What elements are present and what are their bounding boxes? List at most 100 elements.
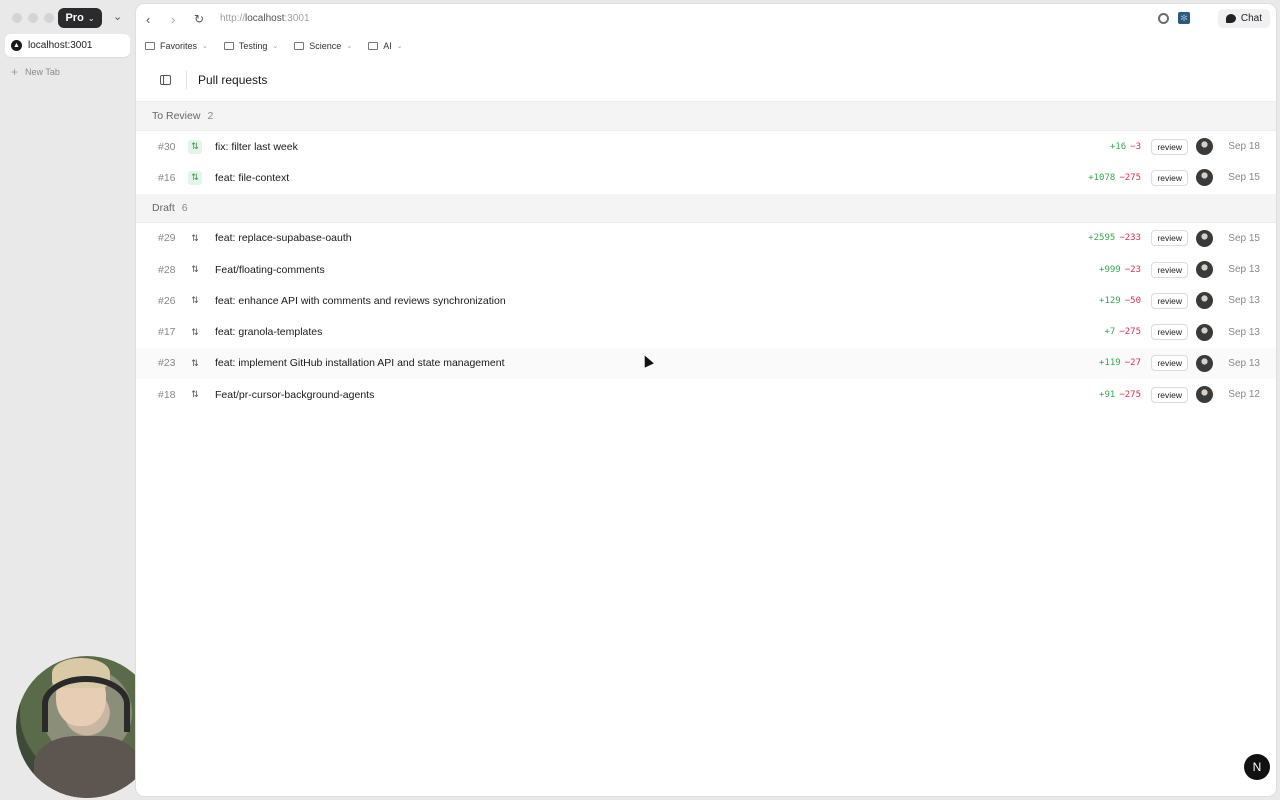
- pr-row[interactable]: #30 ⇅ fix: filter last week +16 −3 review…: [136, 131, 1276, 162]
- forward-icon[interactable]: ›: [171, 12, 175, 27]
- deletions: −50: [1124, 295, 1141, 306]
- review-button[interactable]: review: [1151, 324, 1188, 341]
- pull-request-icon: ⇅: [188, 170, 202, 185]
- browser-sidebar: Pro ⌄ ⌄ ▲ localhost:3001 + New Tab: [0, 0, 158, 800]
- pr-title: fix: filter last week: [215, 140, 298, 153]
- tab-title: localhost:3001: [28, 40, 93, 51]
- bookmark-folder-testing[interactable]: Testing ⌄: [223, 41, 279, 51]
- review-button[interactable]: review: [1151, 355, 1188, 372]
- pr-row[interactable]: #28 ⇅ Feat/floating-comments +999 −23 rev…: [136, 254, 1276, 285]
- pr-title: feat: implement GitHub installation API …: [215, 357, 505, 370]
- pr-date: Sep 18: [1228, 141, 1260, 153]
- reload-icon[interactable]: ↻: [194, 12, 204, 26]
- diff-stats: +129 −50: [1099, 296, 1141, 306]
- avatar: [1196, 229, 1213, 247]
- additions: +91: [1099, 389, 1116, 400]
- additions: +119: [1099, 358, 1121, 369]
- browser-window: ‹ › ↻ http://localhost:3001 ✻ Chat Favor…: [136, 4, 1276, 796]
- pr-number: #16: [158, 171, 176, 184]
- pr-row[interactable]: #16 ⇅ feat: file-context +1078 −275 revie…: [136, 162, 1276, 193]
- back-icon[interactable]: ‹: [146, 12, 150, 27]
- diff-stats: +119 −27: [1099, 358, 1141, 368]
- avatar: [1196, 169, 1213, 187]
- group-header-to-review: To Review 2: [136, 102, 1276, 131]
- tab-menu-chevron-icon[interactable]: ⌄: [113, 10, 122, 23]
- review-button[interactable]: review: [1151, 230, 1188, 247]
- group-name: To Review: [152, 110, 201, 122]
- webcam-body: [34, 736, 140, 798]
- deletions: −275: [1119, 327, 1141, 338]
- extensions: ✻: [1158, 12, 1190, 24]
- header-divider: [186, 71, 187, 89]
- minimize-window-button[interactable]: [28, 13, 38, 23]
- pr-number: #23: [158, 357, 176, 370]
- chat-label: Chat: [1240, 13, 1262, 24]
- pr-title: Feat/floating-comments: [215, 263, 325, 276]
- chevron-down-icon: ⌄: [346, 43, 353, 50]
- bookmark-folder-science[interactable]: Science ⌄: [294, 41, 352, 51]
- folder-icon: [223, 42, 234, 50]
- pr-row[interactable]: #18 ⇅ Feat/pr-cursor-background-agents +…: [136, 379, 1276, 410]
- pr-number: #28: [158, 263, 176, 276]
- group-count: 6: [181, 201, 188, 214]
- pr-number: #17: [158, 326, 176, 339]
- chat-button[interactable]: Chat: [1217, 9, 1270, 28]
- review-button[interactable]: review: [1151, 138, 1188, 155]
- avatar: [1196, 261, 1213, 279]
- group-count: 2: [207, 110, 214, 122]
- additions: +129: [1099, 295, 1121, 306]
- close-window-button[interactable]: [12, 13, 22, 23]
- additions: +16: [1109, 141, 1127, 152]
- review-button[interactable]: review: [1151, 261, 1188, 278]
- pr-title: Feat/pr-cursor-background-agents: [215, 388, 375, 401]
- chevron-down-icon: ⌄: [396, 43, 403, 50]
- review-button[interactable]: review: [1151, 169, 1188, 186]
- diff-stats: +16 −3: [1110, 142, 1141, 152]
- review-button[interactable]: review: [1151, 292, 1188, 309]
- url-host: localhost: [245, 13, 285, 24]
- bookmark-label: Testing: [238, 41, 268, 51]
- address-bar[interactable]: http://localhost:3001: [220, 13, 310, 24]
- chevron-down-icon: ⌄: [87, 13, 95, 23]
- additions: +2595: [1088, 233, 1116, 244]
- bookmark-label: AI: [383, 41, 392, 51]
- page-title: Pull requests: [198, 73, 268, 87]
- pr-title: feat: granola-templates: [215, 326, 323, 339]
- deletions: −275: [1119, 172, 1141, 183]
- pr-row[interactable]: #26 ⇅ feat: enhance API with comments an…: [136, 285, 1276, 316]
- pr-row[interactable]: #29 ⇅ feat: replace-supabase-oauth +2595…: [136, 223, 1276, 254]
- diff-stats: +91 −275: [1099, 390, 1141, 400]
- new-tab-button[interactable]: + New Tab: [11, 65, 60, 79]
- review-button[interactable]: review: [1151, 386, 1188, 403]
- avatar: [1196, 386, 1213, 404]
- bookmark-folder-favorites[interactable]: Favorites ⌄: [145, 41, 208, 51]
- tab-localhost[interactable]: ▲ localhost:3001: [5, 34, 130, 57]
- draft-pull-request-icon: ⇅: [191, 326, 199, 337]
- nextjs-devtools-button[interactable]: N: [1244, 754, 1270, 780]
- bookmark-label: Science: [309, 41, 342, 51]
- extension-shield-icon[interactable]: [1158, 12, 1169, 24]
- sidebar-toggle-icon[interactable]: [160, 75, 171, 85]
- vercel-favicon-icon: ▲: [11, 40, 22, 51]
- profile-switcher-button[interactable]: Pro ⌄: [58, 8, 102, 28]
- additions: +7: [1104, 327, 1116, 338]
- extension-react-icon[interactable]: ✻: [1178, 12, 1190, 24]
- draft-pull-request-icon: ⇅: [191, 295, 199, 306]
- url-port: :3001: [284, 13, 310, 24]
- deletions: −27: [1124, 358, 1141, 369]
- diff-stats: +7 −275: [1104, 327, 1141, 337]
- chevron-down-icon: ⌄: [202, 43, 208, 50]
- pr-row[interactable]: #23 ⇅ feat: implement GitHub installatio…: [136, 347, 1276, 380]
- browser-toolbar: ‹ › ↻ http://localhost:3001 ✻ Chat: [136, 4, 1276, 34]
- pr-date: Sep 13: [1228, 357, 1260, 369]
- diff-stats: +2595 −233: [1088, 233, 1141, 243]
- chevron-down-icon: ⌄: [272, 43, 279, 50]
- bookmark-folder-ai[interactable]: AI ⌄: [368, 41, 403, 51]
- pr-row[interactable]: #17 ⇅ feat: granola-templates +7 −275 rev…: [136, 316, 1276, 347]
- page-header: Pull requests: [136, 58, 1276, 102]
- pr-date: Sep 13: [1228, 295, 1260, 307]
- maximize-window-button[interactable]: [44, 13, 54, 23]
- draft-pull-request-icon: ⇅: [191, 264, 199, 275]
- pr-number: #26: [158, 294, 176, 307]
- window-controls: [12, 13, 54, 23]
